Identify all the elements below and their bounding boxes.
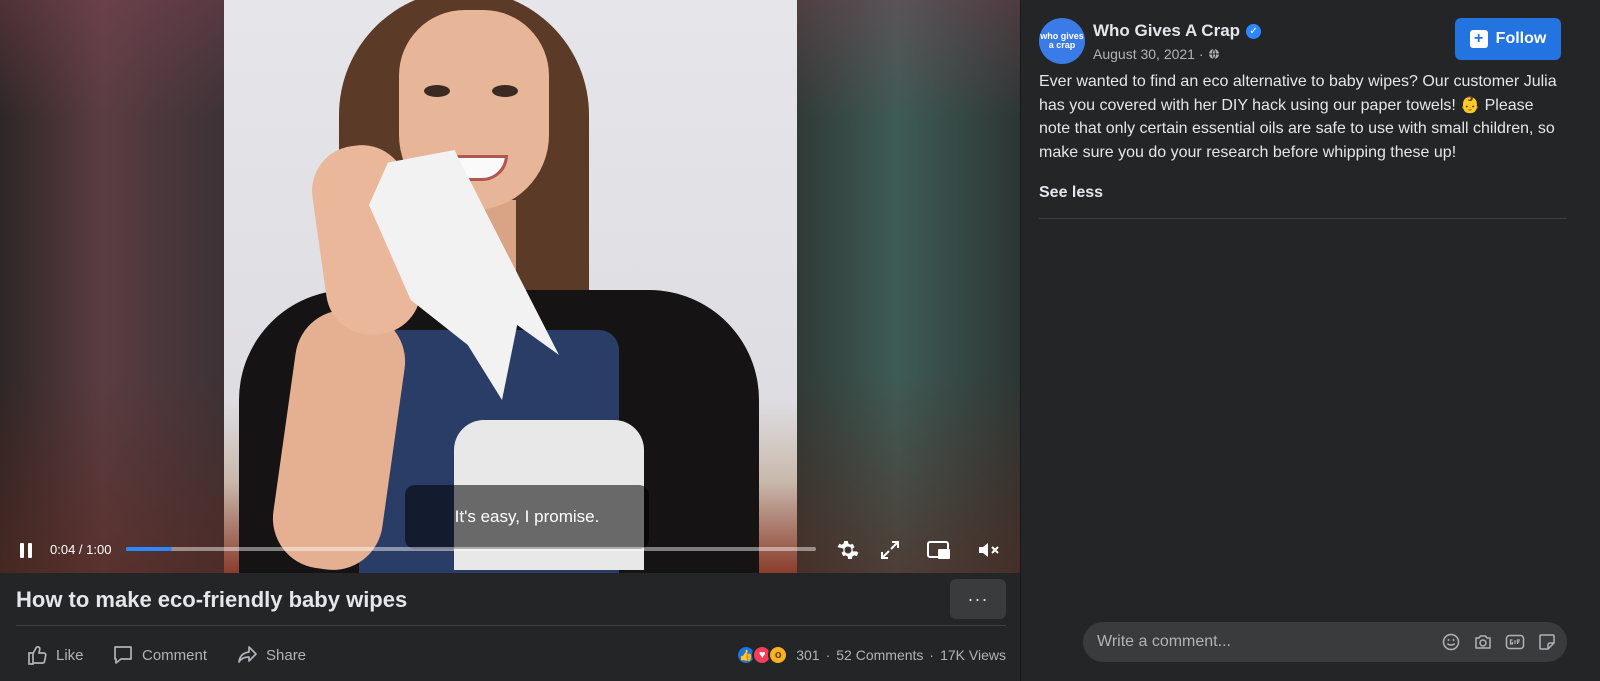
globe-icon (1208, 48, 1219, 60)
video-timeline-progress (126, 547, 173, 551)
sticker-button[interactable] (1537, 632, 1557, 652)
action-bar: Like Comment Share 👍 ♥ o 301 · 52 Commen… (0, 637, 1020, 673)
thumbs-up-icon (28, 646, 47, 665)
separator: · (929, 647, 935, 663)
like-label: Like (56, 646, 84, 664)
follow-button[interactable]: + Follow (1455, 18, 1561, 60)
pip-icon (927, 541, 950, 559)
settings-button[interactable] (834, 536, 862, 564)
video-timeline[interactable] (126, 547, 816, 551)
muted-speaker-icon (979, 543, 999, 557)
pause-icon (28, 542, 32, 558)
gif-button[interactable] (1505, 632, 1525, 652)
share-label: Share (266, 646, 307, 664)
follow-icon: + (1469, 30, 1488, 48)
video-title-row: How to make eco-friendly baby wipes ··· (0, 573, 1020, 625)
sticker-icon (1539, 634, 1555, 650)
pause-button[interactable] (16, 540, 36, 560)
comment-label: Comment (142, 646, 208, 664)
post-date[interactable]: August 30, 2021 · (1093, 46, 1220, 62)
engagement-stats: 👍 ♥ o 301 · 52 Comments · 17K Views (736, 637, 1006, 673)
mute-button[interactable] (974, 536, 1004, 564)
comment-icon (114, 646, 132, 664)
photo-button[interactable] (1473, 632, 1493, 652)
video-controls: 0:04 / 1:00 (0, 530, 1020, 570)
divider (16, 625, 1006, 626)
separator: · (825, 647, 831, 663)
avatar[interactable]: who gives a crap (1039, 18, 1085, 64)
video-player[interactable]: It's easy, I promise. 0:04 / 1:00 (0, 0, 1020, 573)
views-count: 17K Views (940, 647, 1006, 663)
share-button[interactable]: Share (236, 637, 306, 673)
video-person-eye (424, 85, 450, 97)
reactions[interactable]: 👍 ♥ o (736, 645, 789, 665)
comment-input[interactable] (1097, 622, 1397, 662)
camera-icon (1475, 635, 1491, 649)
pause-icon (20, 542, 24, 558)
video-person-eye (492, 85, 518, 97)
comments-count[interactable]: 52 Comments (836, 647, 923, 663)
verified-badge-icon: ✓ (1246, 23, 1262, 39)
reaction-count[interactable]: 301 (796, 647, 819, 663)
share-icon (238, 646, 257, 663)
follow-label: Follow (1495, 30, 1547, 47)
page-name-link[interactable]: Who Gives A Crap ✓ (1093, 21, 1262, 41)
comment-composer[interactable] (1083, 622, 1567, 662)
post-text: Ever wanted to find an eco alternative t… (1039, 73, 1557, 161)
emoji-button[interactable] (1441, 632, 1461, 652)
fullscreen-button[interactable] (876, 536, 904, 564)
wow-reaction-icon: o (768, 645, 789, 665)
like-button[interactable]: Like (26, 637, 84, 673)
expand-icon (881, 541, 899, 559)
divider (1039, 218, 1567, 219)
comment-button[interactable]: Comment (112, 637, 207, 673)
video-panel: It's easy, I promise. 0:04 / 1:00 How to… (0, 0, 1020, 681)
page-name: Who Gives A Crap (1093, 21, 1241, 40)
gif-icon (1505, 634, 1525, 650)
video-time: 0:04 / 1:00 (50, 542, 112, 557)
post-date-text: August 30, 2021 · (1093, 46, 1204, 62)
video-title: How to make eco-friendly baby wipes (16, 587, 408, 612)
picture-in-picture-button[interactable] (924, 536, 954, 564)
smiley-icon (1442, 633, 1460, 651)
more-options-button[interactable]: ··· (950, 579, 1006, 619)
gear-icon (837, 541, 859, 559)
post-panel: who gives a crap Who Gives A Crap ✓ Augu… (1020, 0, 1600, 681)
see-less-link[interactable]: See less (1039, 184, 1103, 202)
